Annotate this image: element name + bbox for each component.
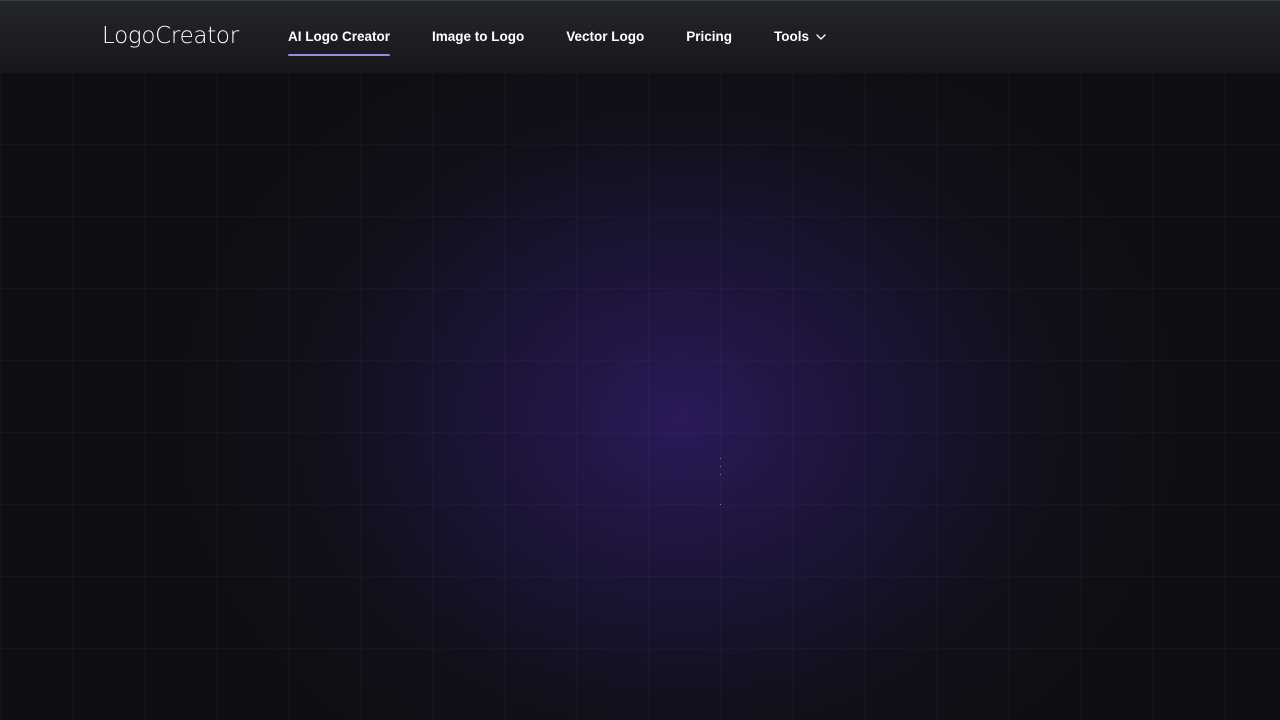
main-nav: AI Logo Creator Image to Logo Vector Log… (288, 1, 869, 73)
logo[interactable]: LogoCreator (102, 21, 239, 51)
nav-image-to-logo[interactable]: Image to Logo (432, 1, 524, 73)
background-grid (0, 72, 1280, 720)
nav-label: AI Logo Creator (288, 29, 391, 44)
loader-dot (720, 458, 721, 459)
nav-pricing[interactable]: Pricing (686, 1, 732, 73)
loader-dot (720, 466, 721, 467)
nav-tools-dropdown[interactable]: Tools (774, 1, 827, 73)
nav-label: Pricing (686, 29, 733, 44)
top-navbar: LogoCreator AI Logo Creator Image to Log… (0, 0, 1280, 72)
loader-dot (720, 474, 721, 475)
loader-dot (720, 504, 721, 505)
nav-label: Tools (774, 29, 810, 44)
page: LogoCreator AI Logo Creator Image to Log… (0, 0, 1280, 720)
nav-vector-logo[interactable]: Vector Logo (566, 1, 644, 73)
chevron-down-icon (816, 34, 826, 40)
nav-label: Vector Logo (566, 29, 645, 44)
nav-ai-logo-creator[interactable]: AI Logo Creator (288, 1, 391, 73)
loading-indicator (719, 458, 723, 508)
nav-label: Image to Logo (432, 29, 525, 44)
